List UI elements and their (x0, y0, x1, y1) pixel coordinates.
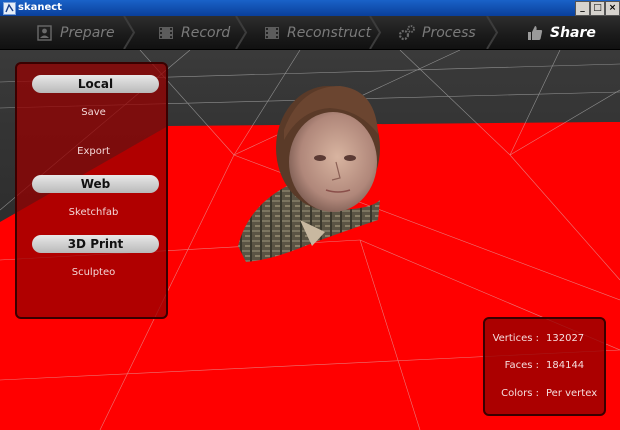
share-options-panel: Local Save Export Web Sketchfab 3D Print… (15, 62, 168, 319)
nav-separator-chevron (369, 16, 382, 49)
window-title-bar: skanect _ □ × (0, 0, 620, 16)
nav-separator-chevron (123, 16, 136, 49)
export-link[interactable]: Export (17, 146, 170, 157)
faces-stat: Faces : 184144 (485, 360, 608, 374)
nav-record[interactable]: Record (157, 16, 230, 49)
3d-print-section-button[interactable]: 3D Print (32, 235, 159, 253)
close-button[interactable]: × (605, 1, 620, 16)
gears-icon (398, 24, 415, 40)
skanect-app-icon (3, 2, 16, 15)
colors-value: Per vertex (546, 388, 598, 399)
nav-prepare-label: Prepare (60, 24, 115, 41)
save-link[interactable]: Save (17, 107, 170, 118)
colors-stat: Colors : Per vertex (485, 388, 608, 402)
workflow-nav-bar: Prepare Record Reconstruct Process Share (0, 16, 620, 50)
nav-process-label: Process (422, 24, 476, 41)
nav-separator-chevron (486, 16, 499, 49)
mesh-stats-panel: Vertices : 132027 Faces : 184144 Colors … (483, 317, 606, 416)
film-icon (265, 26, 279, 39)
thumbs-up-icon (528, 25, 543, 40)
faces-label: Faces : (504, 360, 539, 371)
film-icon (159, 26, 173, 39)
web-section-button[interactable]: Web (32, 175, 159, 193)
nav-process[interactable]: Process (398, 16, 476, 49)
vertices-value: 132027 (546, 333, 585, 344)
nav-share[interactable]: Share (526, 16, 596, 49)
nav-reconstruct-label: Reconstruct (287, 24, 372, 41)
nav-share-label: Share (550, 24, 596, 41)
maximize-button[interactable]: □ (590, 1, 605, 16)
sketchfab-link[interactable]: Sketchfab (17, 207, 170, 218)
window-title: skanect (18, 2, 62, 13)
vertices-stat: Vertices : 132027 (485, 333, 608, 347)
local-section-button[interactable]: Local (32, 75, 159, 93)
nav-prepare[interactable]: Prepare (36, 16, 115, 49)
sculpteo-link[interactable]: Sculpteo (17, 267, 170, 278)
nav-record-label: Record (181, 24, 231, 41)
person-sheet-icon (37, 24, 52, 41)
faces-value: 184144 (546, 360, 585, 371)
minimize-button[interactable]: _ (575, 1, 590, 16)
nav-reconstruct[interactable]: Reconstruct (263, 16, 371, 49)
nav-separator-chevron (235, 16, 248, 49)
colors-label: Colors : (501, 388, 539, 399)
vertices-label: Vertices : (492, 333, 539, 344)
